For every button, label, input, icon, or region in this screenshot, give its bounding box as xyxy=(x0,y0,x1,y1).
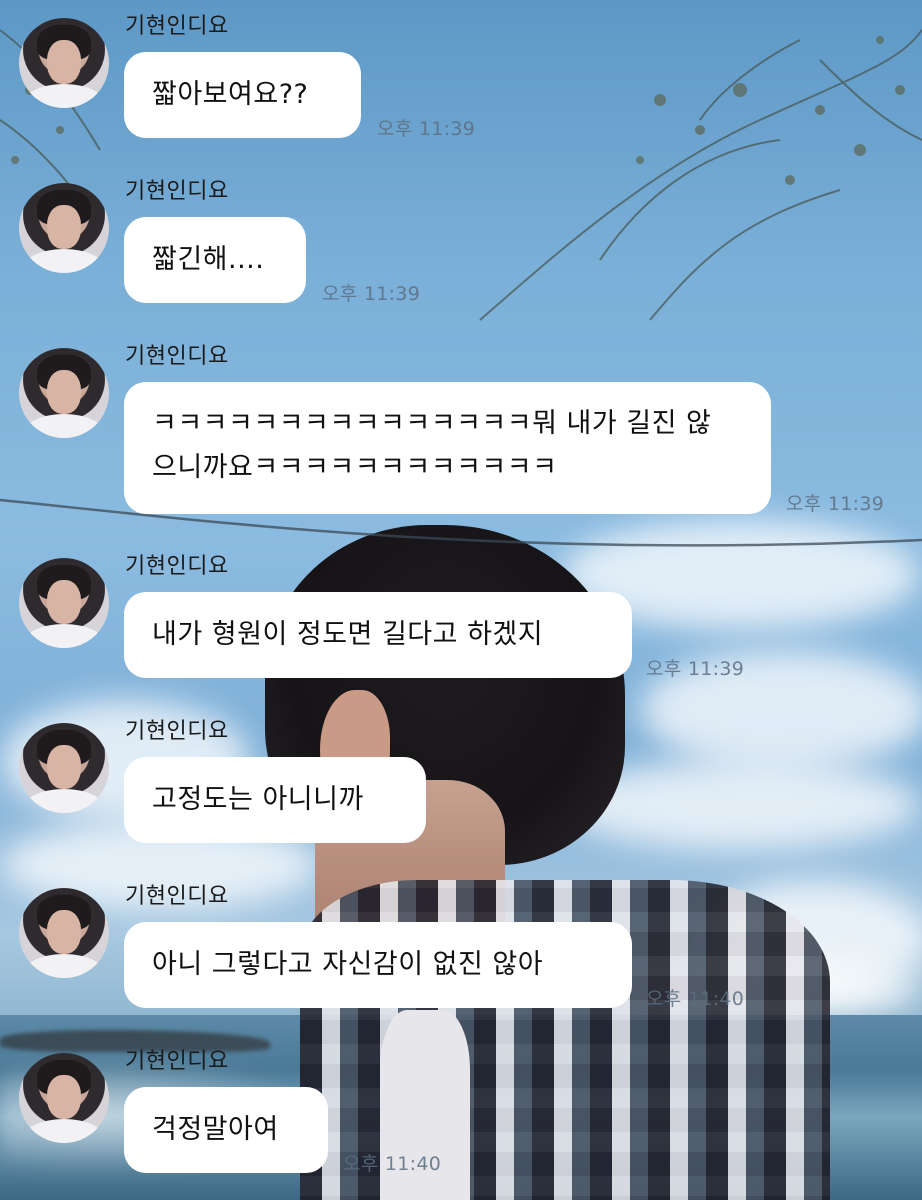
message-text-line: ㅋㅋㅋㅋㅋㅋㅋㅋㅋㅋㅋㅋㅋㅋㅋ뭐 내가 길진 않 xyxy=(152,408,712,439)
sender-avatar[interactable] xyxy=(19,1053,109,1143)
sender-avatar[interactable] xyxy=(19,348,109,438)
sender-name: 기현인디요 xyxy=(125,344,229,369)
message-time: 오후 11:40 xyxy=(646,988,745,1010)
message-bubble[interactable]: 아니 그렇다고 자신감이 없진 않아 xyxy=(124,922,632,1008)
message-time: 오후 11:39 xyxy=(377,118,476,140)
sender-name: 기현인디요 xyxy=(125,884,229,909)
sender-name: 기현인디요 xyxy=(125,14,229,39)
sender-avatar[interactable] xyxy=(19,723,109,813)
sender-name: 기현인디요 xyxy=(125,554,229,579)
message-time: 오후 11:40 xyxy=(343,1153,442,1175)
sender-avatar[interactable] xyxy=(19,18,109,108)
message-time: 오후 11:39 xyxy=(322,283,421,305)
sender-name: 기현인디요 xyxy=(125,179,229,204)
message-bubble[interactable]: 고정도는 아니니까 xyxy=(124,757,426,843)
sender-avatar[interactable] xyxy=(19,183,109,273)
message-time: 오후 11:39 xyxy=(786,493,885,515)
sender-avatar[interactable] xyxy=(19,558,109,648)
message-bubble[interactable]: 짧아보여요?? xyxy=(124,52,361,138)
message-time: 오후 11:39 xyxy=(646,658,745,680)
message-bubble[interactable]: ㅋㅋㅋㅋㅋㅋㅋㅋㅋㅋㅋㅋㅋㅋㅋ뭐 내가 길진 않 으니까요ㅋㅋㅋㅋㅋㅋㅋㅋㅋㅋㅋ… xyxy=(124,382,771,514)
message-bubble[interactable]: 걱정말아여 xyxy=(124,1087,328,1173)
message-text-line: 으니까요ㅋㅋㅋㅋㅋㅋㅋㅋㅋㅋㅋㅋ xyxy=(152,452,558,483)
message-bubble[interactable]: 짧긴해.... xyxy=(124,217,306,303)
message-bubble[interactable]: 내가 형원이 정도면 길다고 하겠지 xyxy=(124,592,632,678)
sender-name: 기현인디요 xyxy=(125,1049,229,1074)
sender-name: 기현인디요 xyxy=(125,719,229,744)
sender-avatar[interactable] xyxy=(19,888,109,978)
